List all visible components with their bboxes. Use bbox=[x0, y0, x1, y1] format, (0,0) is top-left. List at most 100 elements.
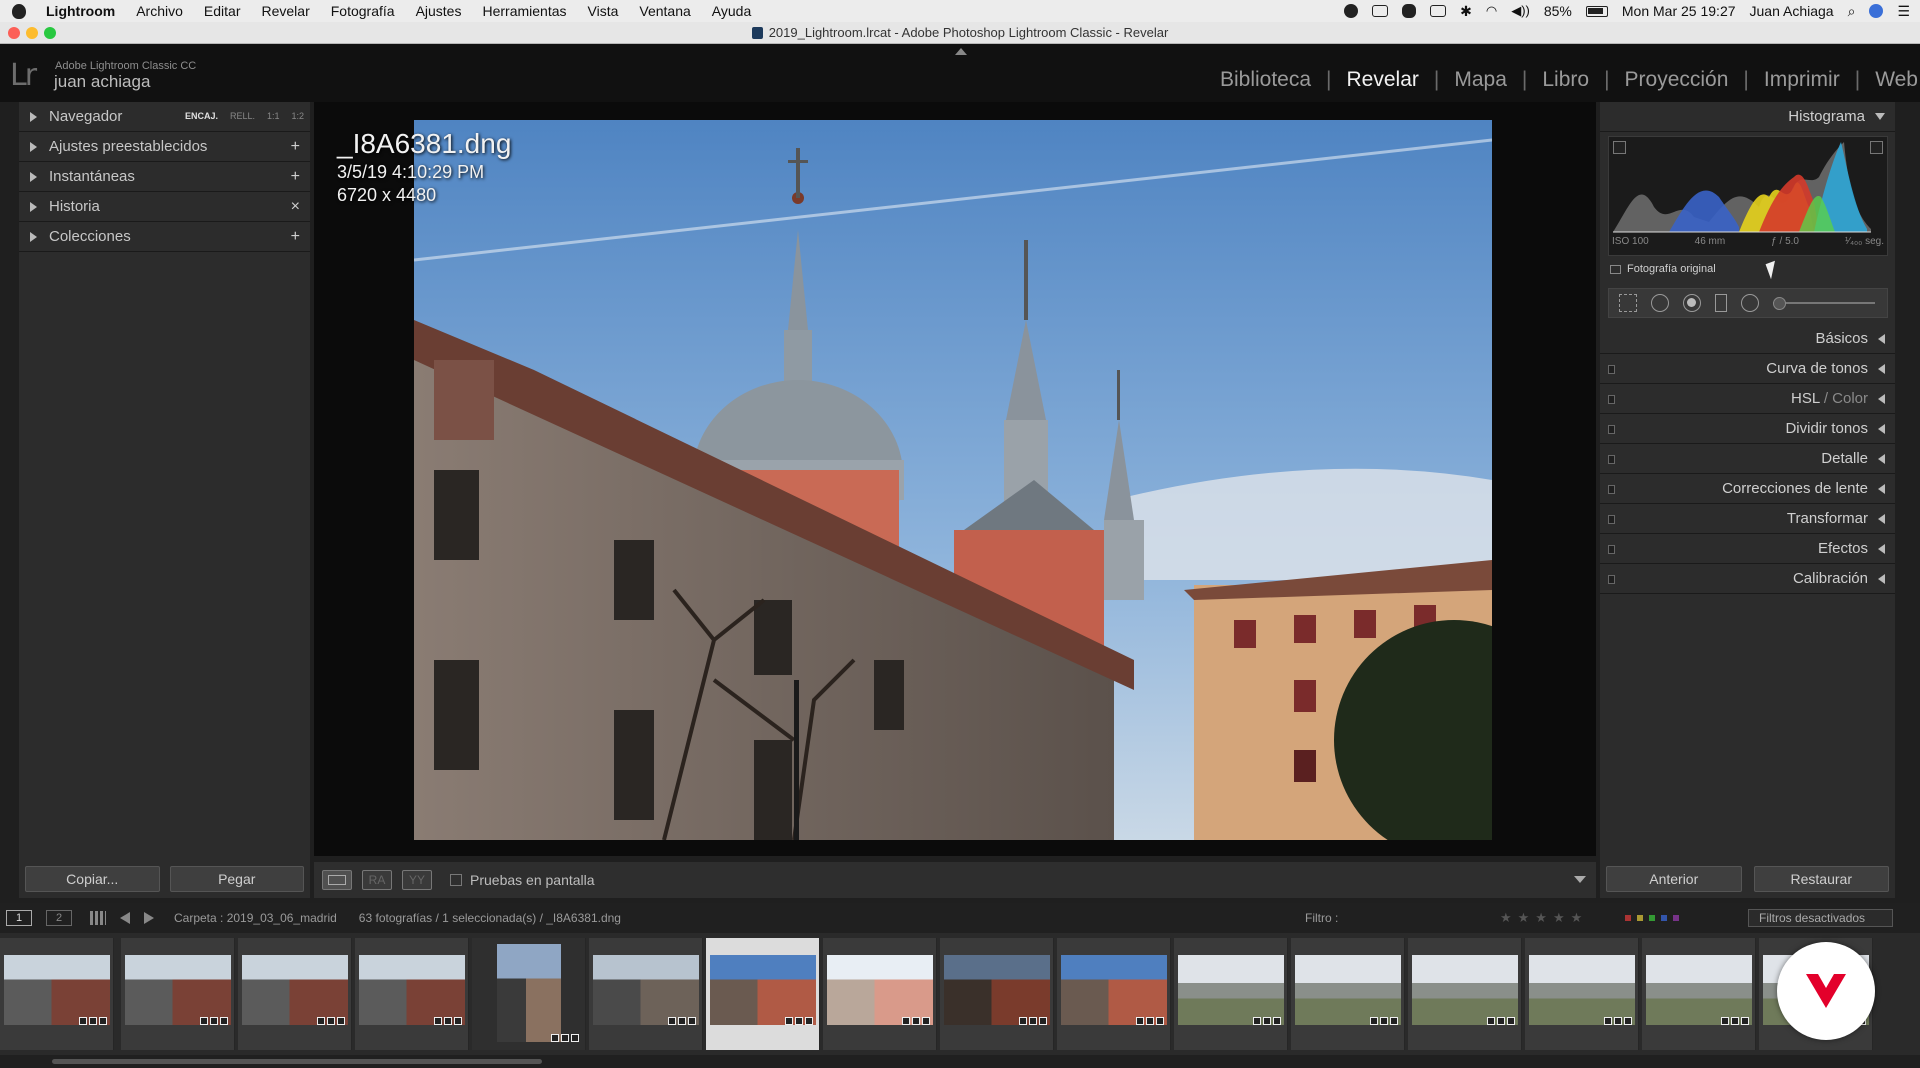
module-revelar[interactable]: Revelar bbox=[1332, 68, 1434, 92]
panel-switch-icon[interactable] bbox=[1608, 455, 1615, 464]
section-correcciones-de-lente[interactable]: Correcciones de lente bbox=[1600, 474, 1895, 504]
spotlight-icon[interactable]: ⌕ bbox=[1848, 3, 1856, 20]
filmstrip-thumbnail[interactable] bbox=[1174, 938, 1288, 1050]
filter-preset-select[interactable]: Filtros desactivados bbox=[1748, 909, 1893, 927]
develop-badge-icon[interactable] bbox=[1380, 1017, 1388, 1025]
collections-panel-header[interactable]: Colecciones + bbox=[19, 222, 310, 252]
module-web[interactable]: Web bbox=[1860, 68, 1920, 92]
section-calibracion[interactable]: Calibración bbox=[1600, 564, 1895, 594]
menu-app-name[interactable]: Lightroom bbox=[46, 3, 115, 19]
adjustment-brush-slider[interactable] bbox=[1773, 297, 1875, 310]
module-proyeccion[interactable]: Proyección bbox=[1610, 68, 1744, 92]
keyword-badge-icon[interactable] bbox=[1273, 1017, 1281, 1025]
panel-switch-icon[interactable] bbox=[1608, 485, 1615, 494]
red-label-icon[interactable] bbox=[1625, 915, 1631, 921]
keyword-badge-icon[interactable] bbox=[454, 1017, 462, 1025]
develop-badge-icon[interactable] bbox=[210, 1017, 218, 1025]
develop-badge-icon[interactable] bbox=[444, 1017, 452, 1025]
previous-settings-button[interactable]: Anterior bbox=[1606, 866, 1742, 892]
keyword-badge-icon[interactable] bbox=[571, 1034, 579, 1042]
menu-herramientas[interactable]: Herramientas bbox=[482, 3, 566, 19]
secondary-monitor-button[interactable]: 2 bbox=[46, 910, 72, 926]
keyword-badge-icon[interactable] bbox=[1624, 1017, 1632, 1025]
develop-badge-icon[interactable] bbox=[89, 1017, 97, 1025]
battery-icon[interactable] bbox=[1585, 5, 1608, 17]
metadata-badge-icon[interactable] bbox=[1136, 1017, 1144, 1025]
filmstrip-thumbnail[interactable] bbox=[0, 938, 114, 1050]
display-icon[interactable] bbox=[1372, 5, 1389, 17]
keyword-badge-icon[interactable] bbox=[1507, 1017, 1515, 1025]
original-photo-toggle[interactable]: Fotografía original bbox=[1610, 263, 1716, 275]
keyword-badge-icon[interactable] bbox=[220, 1017, 228, 1025]
volume-icon[interactable]: ◀)) bbox=[1511, 3, 1530, 19]
metadata-badge-icon[interactable] bbox=[1253, 1017, 1261, 1025]
filmstrip-scroll-thumb[interactable] bbox=[52, 1059, 542, 1064]
filmstrip-thumbnail[interactable] bbox=[940, 938, 1054, 1050]
cloud-icon[interactable] bbox=[1402, 4, 1417, 18]
menubar-user[interactable]: Juan Achiaga bbox=[1750, 3, 1834, 19]
menu-ajustes[interactable]: Ajustes bbox=[416, 3, 462, 19]
filmstrip-thumbnail[interactable] bbox=[1057, 938, 1171, 1050]
panel-switch-icon[interactable] bbox=[1608, 575, 1615, 584]
main-photo[interactable] bbox=[414, 120, 1492, 840]
section-curva-de-tonos[interactable]: Curva de tonos bbox=[1600, 354, 1895, 384]
copy-settings-button[interactable]: Copiar... bbox=[25, 866, 160, 892]
rating-filter-icon[interactable]: ★★★★★ bbox=[1500, 910, 1588, 926]
develop-badge-icon[interactable] bbox=[1146, 1017, 1154, 1025]
top-panel-toggle-icon[interactable] bbox=[955, 48, 967, 55]
keyword-badge-icon[interactable] bbox=[1156, 1017, 1164, 1025]
zoom-fit-option[interactable]: ENCAJ. bbox=[185, 111, 218, 121]
keyword-badge-icon[interactable] bbox=[1039, 1017, 1047, 1025]
graduated-filter-icon[interactable] bbox=[1715, 294, 1727, 312]
module-libro[interactable]: Libro bbox=[1527, 68, 1604, 92]
record-icon[interactable] bbox=[1344, 4, 1359, 18]
red-eye-icon[interactable] bbox=[1683, 294, 1701, 312]
section-transformar[interactable]: Transformar bbox=[1600, 504, 1895, 534]
panel-switch-icon[interactable] bbox=[1608, 545, 1615, 554]
develop-badge-icon[interactable] bbox=[327, 1017, 335, 1025]
filmstrip-thumbnail[interactable] bbox=[589, 938, 703, 1050]
add-preset-icon[interactable]: + bbox=[291, 138, 300, 156]
module-biblioteca[interactable]: Biblioteca bbox=[1205, 68, 1326, 92]
filmstrip-thumbnail[interactable] bbox=[121, 938, 235, 1050]
highlight-clipping-toggle[interactable] bbox=[1870, 141, 1883, 154]
radial-filter-icon[interactable] bbox=[1741, 294, 1759, 312]
green-label-icon[interactable] bbox=[1649, 915, 1655, 921]
bluetooth-icon[interactable]: ✱ bbox=[1460, 3, 1472, 20]
menu-fotografia[interactable]: Fotografía bbox=[331, 3, 395, 19]
filmstrip-thumbnail[interactable] bbox=[472, 938, 586, 1050]
loupe-view-button[interactable] bbox=[322, 870, 352, 890]
add-collection-icon[interactable]: + bbox=[291, 228, 300, 246]
clear-history-icon[interactable]: × bbox=[291, 198, 300, 216]
toolbar-options-dropdown-icon[interactable] bbox=[1574, 876, 1586, 883]
develop-badge-icon[interactable] bbox=[1263, 1017, 1271, 1025]
histogram-panel-header[interactable]: Histograma bbox=[1600, 102, 1895, 132]
wifi-icon[interactable]: ◠ bbox=[1486, 3, 1497, 19]
menu-ventana[interactable]: Ventana bbox=[639, 3, 690, 19]
snapshots-panel-header[interactable]: Instantáneas + bbox=[19, 162, 310, 192]
paste-settings-button[interactable]: Pegar bbox=[169, 866, 304, 892]
notification-center-icon[interactable]: ☰ bbox=[1897, 3, 1910, 20]
develop-badge-icon[interactable] bbox=[795, 1017, 803, 1025]
zoom-1-2-option[interactable]: 1:2 bbox=[291, 111, 304, 121]
section-efectos[interactable]: Efectos bbox=[1600, 534, 1895, 564]
before-after-tb-button[interactable]: YY bbox=[402, 870, 432, 890]
crop-overlay-icon[interactable] bbox=[1619, 294, 1637, 312]
filmstrip-thumbnail[interactable] bbox=[706, 938, 820, 1050]
filmstrip-thumbnail[interactable] bbox=[1408, 938, 1522, 1050]
metadata-badge-icon[interactable] bbox=[1370, 1017, 1378, 1025]
develop-badge-icon[interactable] bbox=[912, 1017, 920, 1025]
develop-badge-icon[interactable] bbox=[1731, 1017, 1739, 1025]
shadow-clipping-toggle[interactable] bbox=[1613, 141, 1626, 154]
module-mapa[interactable]: Mapa bbox=[1439, 68, 1522, 92]
metadata-badge-icon[interactable] bbox=[1487, 1017, 1495, 1025]
section-basicos[interactable]: Básicos bbox=[1600, 324, 1895, 354]
zoom-1-1-option[interactable]: 1:1 bbox=[267, 111, 280, 121]
develop-badge-icon[interactable] bbox=[1029, 1017, 1037, 1025]
presets-panel-header[interactable]: Ajustes preestablecidos + bbox=[19, 132, 310, 162]
yellow-label-icon[interactable] bbox=[1637, 915, 1643, 921]
keyword-badge-icon[interactable] bbox=[337, 1017, 345, 1025]
menubar-clock[interactable]: Mon Mar 25 19:27 bbox=[1622, 3, 1736, 19]
metadata-badge-icon[interactable] bbox=[434, 1017, 442, 1025]
reset-button[interactable]: Restaurar bbox=[1753, 866, 1889, 892]
